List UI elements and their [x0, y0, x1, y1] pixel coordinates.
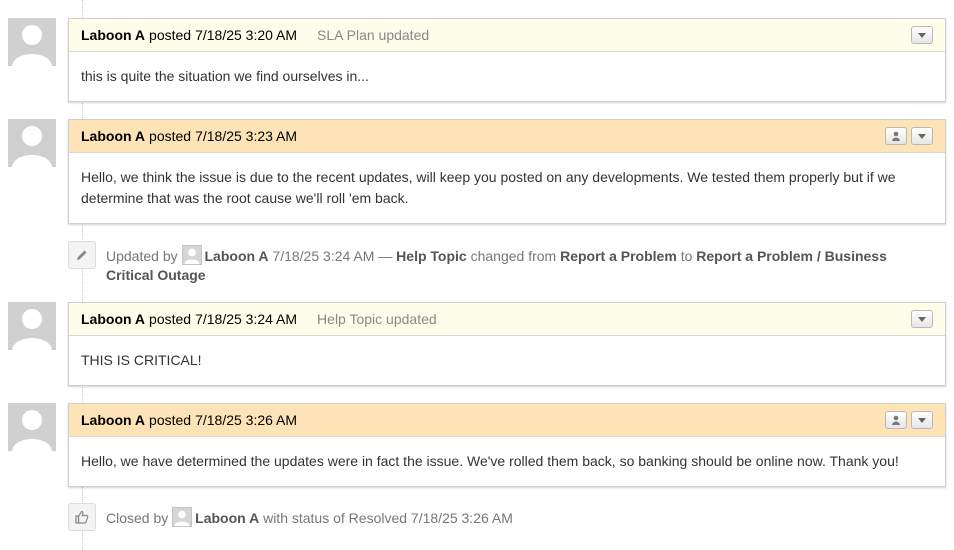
entry-options-dropdown[interactable] [911, 127, 933, 145]
avatar [8, 119, 56, 167]
entry-body: Hello, we think the issue is due to the … [81, 169, 896, 206]
thread-entry: Laboon A posted 7/18/25 3:20 AM SLA Plan… [68, 18, 946, 102]
posted-label: posted [149, 311, 192, 327]
user-icon [892, 131, 900, 141]
poster-name[interactable]: Laboon A [81, 311, 145, 327]
event-time: 7/18/25 3:24 AM — [272, 248, 393, 264]
event-from-value: Report a Problem [560, 248, 677, 264]
user-icon [892, 415, 900, 425]
posted-time: 7/18/25 3:20 AM [195, 27, 298, 43]
posted-time: 7/18/25 3:26 AM [195, 412, 298, 428]
entry-options-dropdown[interactable] [911, 411, 933, 429]
posted-time: 7/18/25 3:23 AM [195, 128, 298, 144]
entry-title: Help Topic updated [317, 311, 437, 327]
poster-name[interactable]: Laboon A [81, 27, 145, 43]
thumbs-up-icon [68, 503, 96, 531]
mini-avatar [172, 507, 193, 527]
thread-entry: Laboon A posted 7/18/25 3:26 AM Hello, w… [68, 403, 946, 487]
mini-avatar [181, 245, 202, 265]
entry-body: this is quite the situation we find ours… [81, 68, 369, 84]
event-user[interactable]: Laboon A [195, 510, 259, 526]
posted-label: posted [149, 128, 192, 144]
entry-options-dropdown[interactable] [911, 26, 933, 44]
chevron-down-icon [918, 133, 926, 139]
thread-entry-header: Laboon A posted 7/18/25 3:24 AM Help Top… [69, 303, 945, 336]
poster-name[interactable]: Laboon A [81, 128, 145, 144]
user-info-button[interactable] [885, 127, 907, 145]
event-status-text: with status of Resolved 7/18/25 3:26 AM [263, 510, 513, 526]
poster-name[interactable]: Laboon A [81, 412, 145, 428]
event-changed-from: changed from [470, 248, 557, 264]
entry-options-dropdown[interactable] [911, 310, 933, 328]
thread-entry: Laboon A posted 7/18/25 3:24 AM Help Top… [68, 302, 946, 386]
posted-time: 7/18/25 3:24 AM [195, 311, 298, 327]
thread-entry-header: Laboon A posted 7/18/25 3:23 AM [69, 120, 945, 153]
event-prefix: Updated by [106, 248, 178, 264]
chevron-down-icon [918, 417, 926, 423]
posted-label: posted [149, 412, 192, 428]
event-field: Help Topic [396, 248, 467, 264]
event-to-word: to [680, 248, 693, 264]
event-user[interactable]: Laboon A [205, 248, 269, 264]
event-prefix: Closed by [106, 510, 169, 526]
avatar [8, 302, 56, 350]
thread-entry-header: Laboon A posted 7/18/25 3:26 AM [69, 404, 945, 437]
entry-body: THIS IS CRITICAL! [81, 352, 202, 368]
thread-entry: Laboon A posted 7/18/25 3:23 AM Hello, w… [68, 119, 946, 224]
chevron-down-icon [918, 316, 926, 322]
avatar [8, 403, 56, 451]
entry-body: Hello, we have determined the updates we… [81, 453, 899, 469]
pencil-icon [68, 241, 96, 269]
avatar [8, 18, 56, 66]
thread-entry-header: Laboon A posted 7/18/25 3:20 AM SLA Plan… [69, 19, 945, 52]
user-info-button[interactable] [885, 411, 907, 429]
posted-label: posted [149, 27, 192, 43]
chevron-down-icon [918, 32, 926, 38]
entry-title: SLA Plan updated [317, 27, 430, 43]
